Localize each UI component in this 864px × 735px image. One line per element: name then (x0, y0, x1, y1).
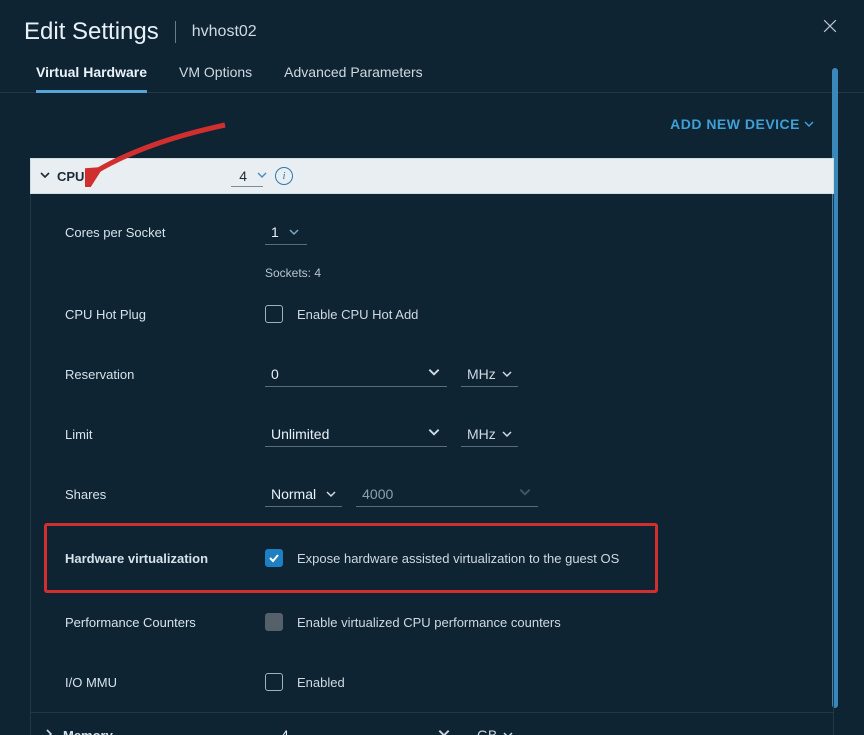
tab-vm-options[interactable]: VM Options (179, 64, 252, 92)
chevron-down-icon (503, 727, 513, 735)
sockets-text: Sockets: 4 (265, 266, 833, 280)
edit-settings-modal: Edit Settings hvhost02 Virtual Hardware … (0, 0, 864, 735)
cpu-header[interactable]: CPU 4 i (30, 158, 834, 194)
row-limit: Limit Unlimited MHz (31, 404, 833, 464)
row-performance-counters: Performance Counters Enable virtualized … (31, 592, 833, 652)
modal-subtitle: hvhost02 (192, 23, 257, 41)
limit-input[interactable]: Unlimited (265, 421, 447, 447)
tabs: Virtual Hardware VM Options Advanced Par… (0, 50, 864, 93)
chevron-down-icon (289, 224, 299, 240)
io-mmu-label: I/O MMU (65, 675, 265, 690)
modal-header: Edit Settings hvhost02 (0, 0, 864, 50)
info-icon[interactable]: i (275, 167, 293, 185)
chevron-down-icon (502, 426, 512, 442)
hw-virt-label: Hardware virtualization (65, 551, 265, 566)
header-separator (175, 21, 176, 43)
chevron-down-icon (502, 366, 512, 382)
chevron-down-icon (437, 726, 451, 735)
cpu-label: CPU (57, 169, 84, 184)
cores-per-socket-label: Cores per Socket (65, 225, 265, 240)
limit-label: Limit (65, 427, 265, 442)
shares-label: Shares (65, 487, 265, 502)
hw-virt-checkbox[interactable] (265, 549, 283, 567)
cpu-hot-plug-label: CPU Hot Plug (65, 307, 265, 322)
cpu-count-select[interactable]: 4 (231, 166, 263, 187)
chevron-down-icon (427, 365, 441, 382)
reservation-input[interactable]: 0 (265, 361, 447, 387)
row-hardware-virtualization: Hardware virtualization Expose hardware … (45, 524, 657, 592)
limit-unit-select[interactable]: MHz (461, 422, 518, 447)
row-shares: Shares Normal 4000 (31, 464, 833, 524)
shares-value-input[interactable]: 4000 (356, 481, 538, 507)
row-cores-per-socket: Cores per Socket 1 (31, 202, 833, 262)
memory-header[interactable]: Memory 4 GB (31, 712, 833, 735)
cores-per-socket-select[interactable]: 1 (265, 220, 307, 245)
close-icon[interactable] (820, 16, 840, 40)
chevron-right-icon (43, 727, 55, 735)
cpu-hot-add-checkbox[interactable] (265, 305, 283, 323)
modal-title: Edit Settings (24, 18, 159, 46)
hw-virt-cb-label: Expose hardware assisted virtualization … (297, 551, 619, 566)
cpu-hot-add-label: Enable CPU Hot Add (297, 307, 418, 322)
memory-label: Memory (63, 728, 275, 735)
reservation-label: Reservation (65, 367, 265, 382)
cpu-rows: Cores per Socket 1 Sockets: 4 CPU Hot Pl… (30, 194, 834, 735)
perf-counters-cb-label: Enable virtualized CPU performance count… (297, 615, 561, 630)
perf-counters-label: Performance Counters (65, 615, 265, 630)
row-reservation: Reservation 0 MHz (31, 344, 833, 404)
perf-counters-checkbox (265, 613, 283, 631)
tab-advanced-parameters[interactable]: Advanced Parameters (284, 64, 423, 92)
chevron-down-icon (518, 485, 532, 502)
chevron-down-icon (427, 425, 441, 442)
tab-virtual-hardware[interactable]: Virtual Hardware (36, 64, 147, 93)
memory-input[interactable]: 4 (275, 722, 457, 735)
row-cpu-hot-plug: CPU Hot Plug Enable CPU Hot Add (31, 284, 833, 344)
memory-unit-select[interactable]: GB (471, 723, 519, 735)
chevron-down-icon (326, 486, 336, 502)
settings-body: CPU 4 i Cores per Socket 1 Sockets: 4 CP… (30, 108, 834, 735)
chevron-down-icon (39, 168, 51, 184)
io-mmu-cb-label: Enabled (297, 675, 345, 690)
io-mmu-checkbox[interactable] (265, 673, 283, 691)
shares-select[interactable]: Normal (265, 482, 342, 507)
row-io-mmu: I/O MMU Enabled (31, 652, 833, 712)
reservation-unit-select[interactable]: MHz (461, 362, 518, 387)
